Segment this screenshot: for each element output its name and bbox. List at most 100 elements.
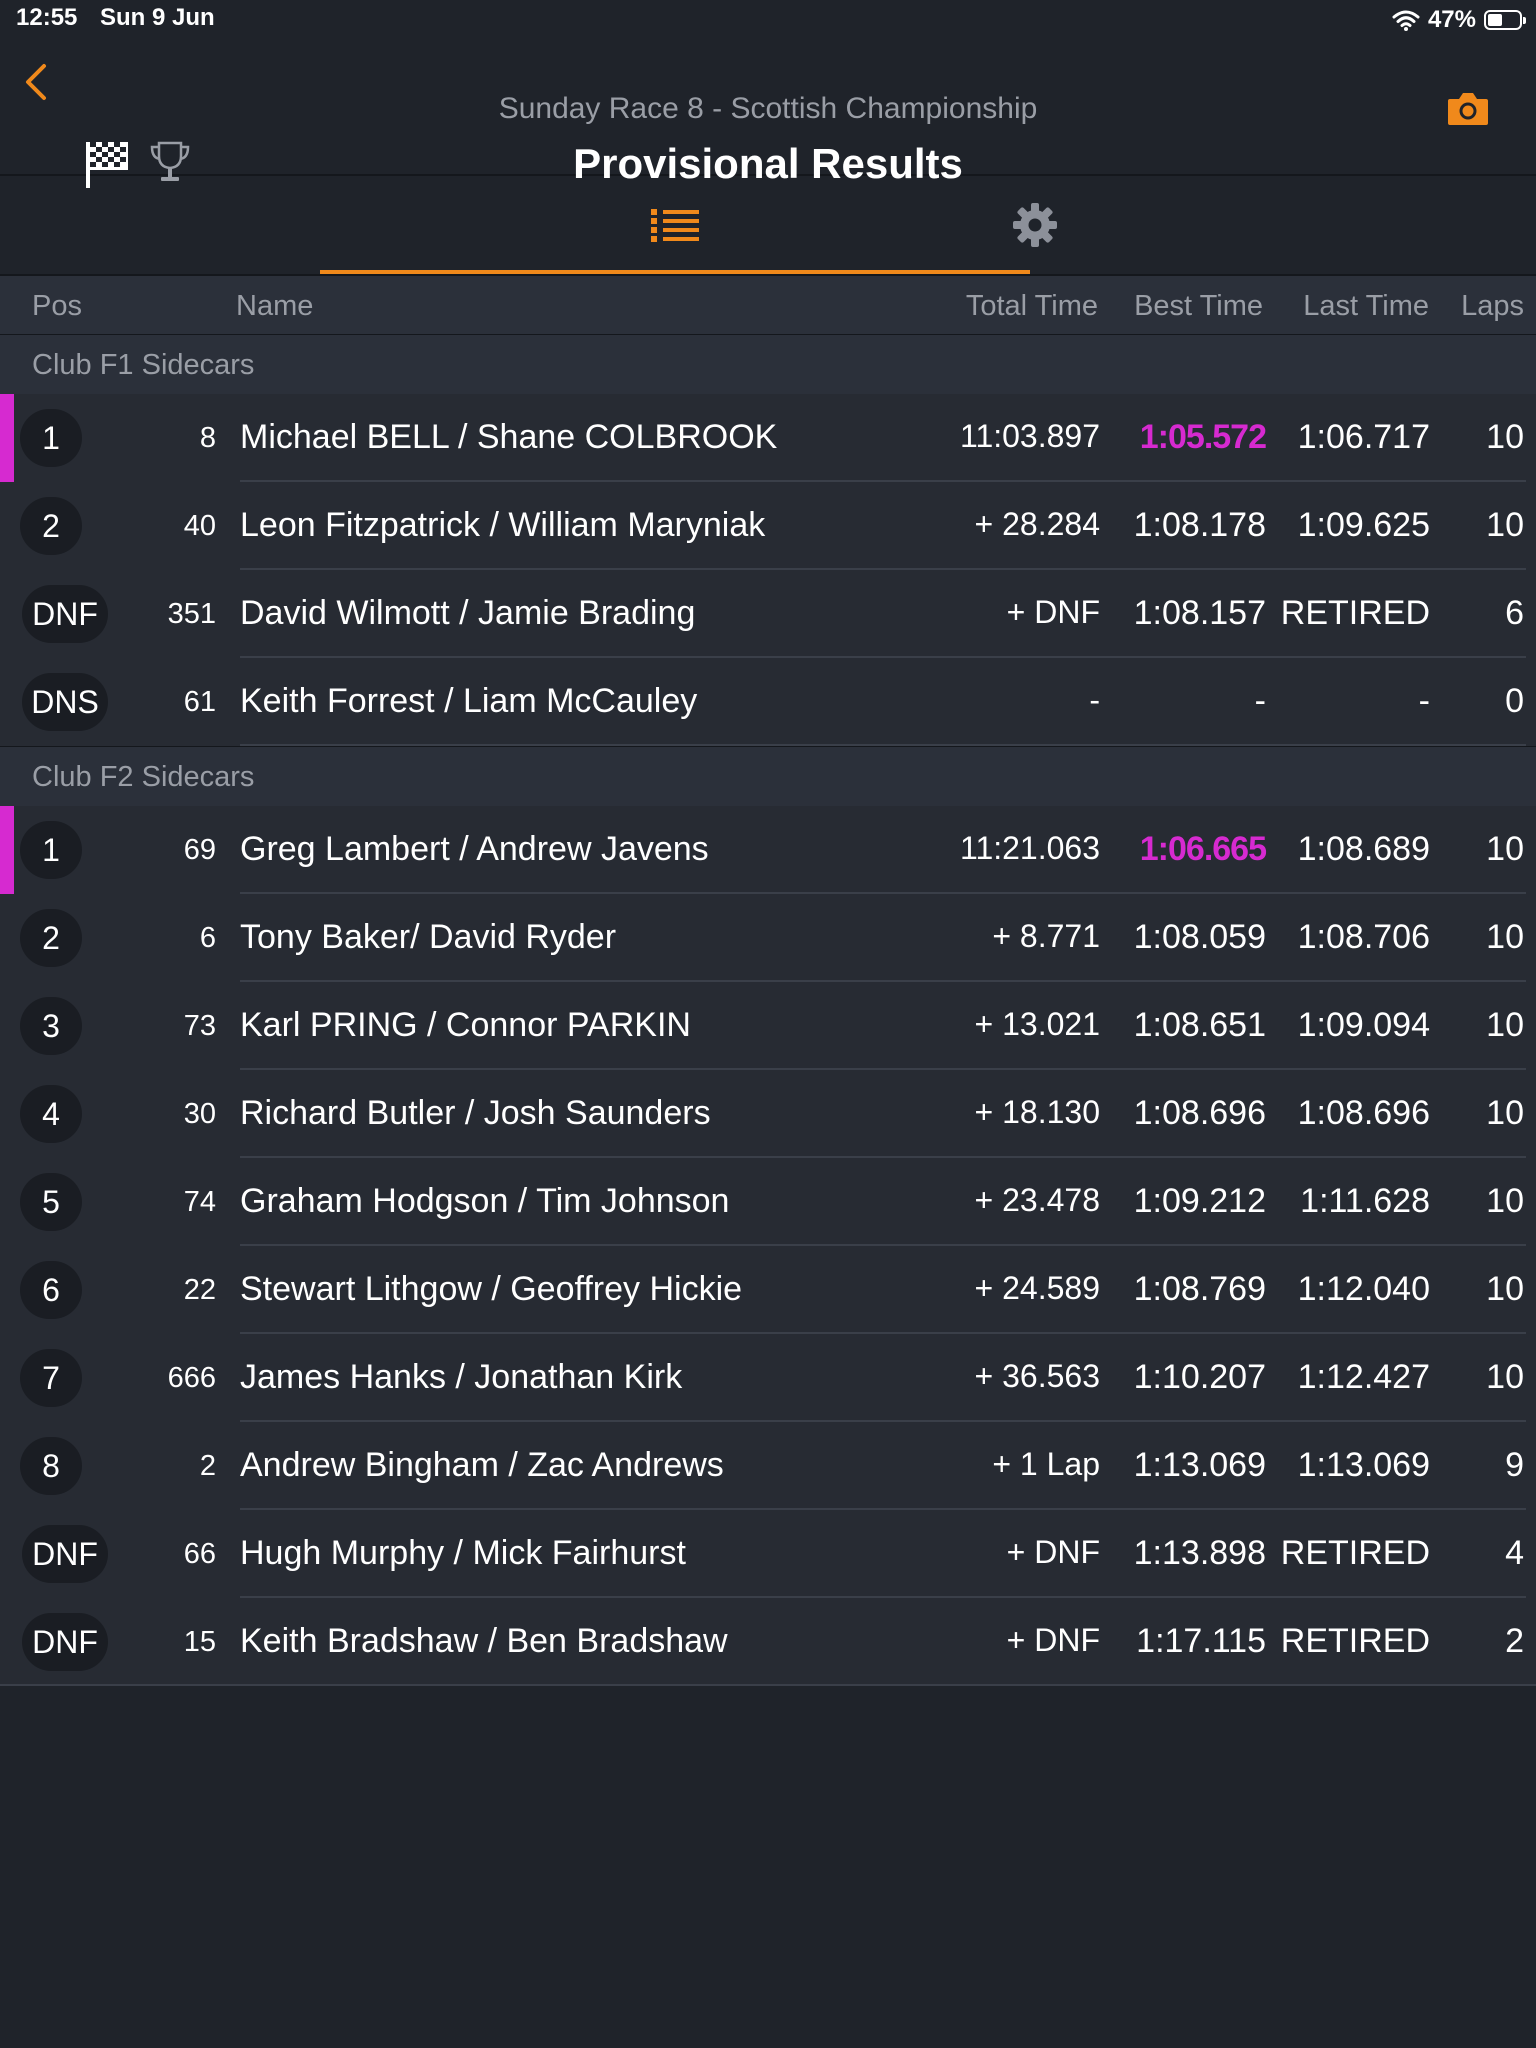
race-number: 666 <box>167 1362 216 1394</box>
group-header: Club F2 Sidecars <box>0 746 1536 807</box>
total-time: + 23.478 <box>974 1182 1100 1218</box>
laps-count: 10 <box>1486 1358 1524 1396</box>
row-divider <box>0 1684 1536 1686</box>
total-time: 11:03.897 <box>960 418 1100 454</box>
last-time: 1:12.040 <box>1297 1270 1430 1308</box>
laps-count: 10 <box>1486 830 1524 868</box>
driver-names: Andrew Bingham / Zac Andrews <box>240 1446 724 1484</box>
status-time: 12:55 <box>16 4 78 31</box>
leader-accent-bar <box>0 394 14 482</box>
battery-percent: 47% <box>1427 6 1476 33</box>
table-row[interactable]: DNF 15 Keith Bradshaw / Ben Bradshaw + DNF 1… <box>0 1598 1536 1686</box>
group-name: Club F2 Sidecars <box>32 761 255 793</box>
laps-count: 10 <box>1486 918 1524 956</box>
table-row[interactable]: 4 30 Richard Butler / Josh Saunders + 18.13… <box>0 1070 1536 1158</box>
best-time: 1:10.207 <box>1133 1358 1266 1396</box>
table-row[interactable]: DNF 351 David Wilmott / Jamie Brading + DNF… <box>0 570 1536 658</box>
gear-icon <box>1013 203 1057 247</box>
laps-count: 10 <box>1486 506 1524 544</box>
best-time: 1:08.769 <box>1133 1270 1266 1308</box>
total-time: + 13.021 <box>974 1006 1100 1042</box>
col-laps: Laps <box>1461 290 1524 322</box>
driver-names: Graham Hodgson / Tim Johnson <box>240 1182 730 1220</box>
position-badge: DNS <box>22 673 108 731</box>
position-badge: DNF <box>22 1525 108 1583</box>
driver-names: Keith Bradshaw / Ben Bradshaw <box>240 1622 728 1660</box>
table-row[interactable]: DNS 61 Keith Forrest / Liam McCauley - - - 0 <box>0 658 1536 746</box>
status-date: Sun 9 Jun <box>100 4 215 31</box>
race-number: 74 <box>183 1186 216 1218</box>
camera-button[interactable] <box>1446 90 1490 133</box>
list-icon <box>651 209 699 242</box>
table-row[interactable]: 8 2 Andrew Bingham / Zac Andrews + 1 Lap 1:1… <box>0 1422 1536 1510</box>
driver-names: Michael BELL / Shane COLBROOK <box>240 418 778 456</box>
total-time: + DNF <box>1006 1622 1100 1658</box>
race-number: 22 <box>183 1274 216 1306</box>
table-row[interactable]: 3 73 Karl PRING / Connor PARKIN + 13.021 1:0… <box>0 982 1536 1070</box>
view-tabs <box>0 176 1536 276</box>
laps-count: 10 <box>1486 1270 1524 1308</box>
last-time: RETIRED <box>1280 1534 1430 1572</box>
last-time: 1:09.625 <box>1297 506 1430 544</box>
race-number: 40 <box>183 510 216 542</box>
table-row[interactable]: 2 40 Leon Fitzpatrick / William Maryniak + … <box>0 482 1536 570</box>
table-row[interactable]: DNF 66 Hugh Murphy / Mick Fairhurst + DNF 1:… <box>0 1510 1536 1598</box>
last-time: 1:06.717 <box>1297 418 1430 456</box>
race-number: 73 <box>183 1010 216 1042</box>
best-time: 1:09.212 <box>1133 1182 1266 1220</box>
col-total-time: Total Time <box>965 290 1098 322</box>
best-time: 1:08.651 <box>1133 1006 1266 1044</box>
last-time: 1:09.094 <box>1297 1006 1430 1044</box>
race-number: 30 <box>183 1098 216 1130</box>
column-header-row: Pos Name Total Time Best Time Last Time … <box>0 276 1536 334</box>
tab-settings[interactable] <box>850 176 1220 274</box>
table-row[interactable]: 1 69 Greg Lambert / Andrew Javens 11:21.063… <box>0 806 1536 894</box>
race-number: 61 <box>183 686 216 718</box>
last-time: RETIRED <box>1280 1622 1430 1660</box>
table-row[interactable]: 7 666 James Hanks / Jonathan Kirk + 36.563 1… <box>0 1334 1536 1422</box>
race-number: 66 <box>183 1538 216 1570</box>
race-number: 8 <box>199 422 216 454</box>
driver-names: Hugh Murphy / Mick Fairhurst <box>240 1534 686 1572</box>
best-time: - <box>1254 682 1266 720</box>
total-time: + DNF <box>1006 1534 1100 1570</box>
camera-icon <box>1448 93 1488 125</box>
best-time: 1:08.178 <box>1133 506 1266 544</box>
position-badge: 6 <box>20 1261 82 1319</box>
laps-count: 10 <box>1486 1182 1524 1220</box>
position-badge: 5 <box>20 1173 82 1231</box>
position-badge: 1 <box>20 821 82 879</box>
total-time: + 8.771 <box>992 918 1100 954</box>
driver-names: Keith Forrest / Liam McCauley <box>240 682 698 720</box>
last-time: RETIRED <box>1280 594 1430 632</box>
page-subtitle: Sunday Race 8 - Scottish Championship <box>498 92 1038 125</box>
last-time: 1:12.427 <box>1297 1358 1430 1396</box>
table-row[interactable]: 1 8 Michael BELL / Shane COLBROOK 11:03.897… <box>0 394 1536 482</box>
race-number: 351 <box>167 598 216 630</box>
driver-names: Richard Butler / Josh Saunders <box>240 1094 711 1132</box>
driver-names: Leon Fitzpatrick / William Maryniak <box>240 506 766 544</box>
position-badge: 4 <box>20 1085 82 1143</box>
laps-count: 6 <box>1505 594 1524 632</box>
driver-names: Tony Baker/ David Ryder <box>240 918 617 956</box>
driver-names: James Hanks / Jonathan Kirk <box>240 1358 683 1396</box>
total-time: + 1 Lap <box>992 1446 1100 1482</box>
total-time: + 28.284 <box>974 506 1100 542</box>
best-time: 1:08.696 <box>1133 1094 1266 1132</box>
last-time: 1:08.696 <box>1297 1094 1430 1132</box>
laps-count: 10 <box>1486 1094 1524 1132</box>
driver-names: Stewart Lithgow / Geoffrey Hickie <box>240 1270 743 1308</box>
col-best-time: Best Time <box>1134 290 1263 322</box>
laps-count: 10 <box>1486 1006 1524 1044</box>
race-number: 15 <box>183 1626 216 1658</box>
table-row[interactable]: 6 22 Stewart Lithgow / Geoffrey Hickie + 24… <box>0 1246 1536 1334</box>
best-time: 1:06.665 <box>1139 830 1267 868</box>
status-indicators: 47% <box>1392 4 1526 36</box>
best-time: 1:13.898 <box>1133 1534 1266 1572</box>
laps-count: 9 <box>1505 1446 1524 1484</box>
position-badge: 1 <box>20 409 82 467</box>
table-row[interactable]: 2 6 Tony Baker/ David Ryder + 8.771 1:08.059… <box>0 894 1536 982</box>
best-time: 1:17.115 <box>1136 1622 1266 1660</box>
col-last-time: Last Time <box>1303 290 1429 322</box>
table-row[interactable]: 5 74 Graham Hodgson / Tim Johnson + 23.478 1… <box>0 1158 1536 1246</box>
